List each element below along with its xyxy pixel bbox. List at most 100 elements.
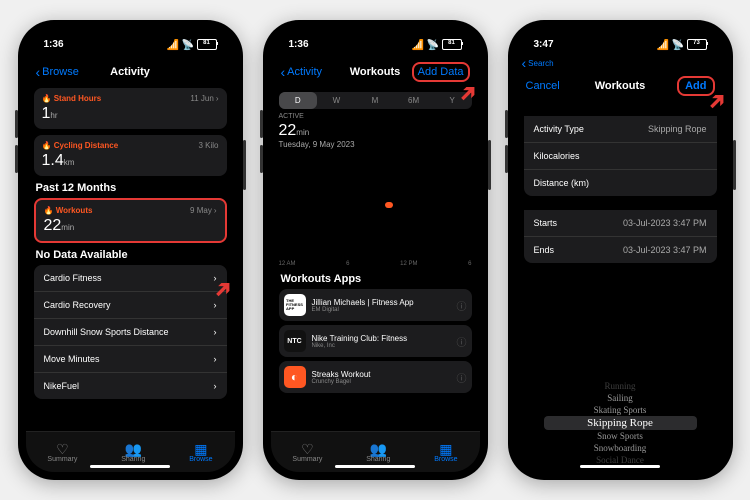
app-row[interactable]: NTC Nike Training Club: FitnessNike, Inc… bbox=[279, 325, 472, 357]
add-data-button[interactable]: Add Data bbox=[412, 62, 470, 82]
list-item[interactable]: Move Minutes› bbox=[34, 346, 227, 373]
tab-sharing[interactable]: 👥Sharing bbox=[366, 442, 390, 463]
list-item[interactable]: Cardio Fitness› bbox=[34, 265, 227, 292]
heart-icon: ♡ bbox=[301, 442, 314, 456]
cycling-value: 1.4 bbox=[42, 152, 64, 169]
kilocalories-row[interactable]: Kilocalories bbox=[524, 143, 717, 170]
info-icon[interactable]: ⓘ bbox=[457, 334, 467, 349]
home-indicator[interactable] bbox=[580, 465, 660, 468]
app-icon: ◐ bbox=[284, 366, 306, 388]
grid-icon: ▦ bbox=[439, 442, 452, 456]
home-indicator[interactable] bbox=[335, 465, 415, 468]
time-range-segmented[interactable]: D W M 6M Y bbox=[279, 92, 472, 109]
seg-d[interactable]: D bbox=[279, 92, 318, 109]
list-item[interactable]: Downhill Snow Sports Distance› bbox=[34, 319, 227, 346]
grid-icon: ▦ bbox=[194, 442, 207, 456]
people-icon: 👥 bbox=[125, 442, 142, 456]
volume-down bbox=[260, 145, 263, 173]
tab-sharing[interactable]: 👥Sharing bbox=[121, 442, 145, 463]
nav-bar: ‹Activity Workouts Add Data bbox=[271, 56, 480, 88]
chart-area[interactable]: 12 AM612 PM6 bbox=[279, 149, 472, 267]
data-point bbox=[385, 202, 393, 208]
chevron-right-icon: › bbox=[214, 300, 217, 310]
phone-3-add-workout: 3:47 📶 📡 73 ‹Search Cancel Workouts Add … bbox=[508, 20, 733, 480]
info-icon[interactable]: ⓘ bbox=[457, 298, 467, 313]
nodata-list: Cardio Fitness› Cardio Recovery› Downhil… bbox=[34, 265, 227, 399]
picker-option[interactable]: Snowboarding bbox=[524, 442, 717, 454]
tab-summary[interactable]: ♡Summary bbox=[292, 442, 322, 463]
phone-2-workouts: 1:36 📶 📡 81 ‹Activity Workouts Add Data … bbox=[263, 20, 488, 480]
section-header-past12: Past 12 Months bbox=[36, 182, 227, 194]
workouts-card[interactable]: 🔥 Workouts9 May › 22min bbox=[34, 198, 227, 243]
picker-option[interactable]: Running bbox=[524, 380, 717, 392]
notch bbox=[330, 28, 420, 50]
picker-option[interactable]: Skating Sports bbox=[524, 404, 717, 416]
back-button[interactable]: ‹Activity bbox=[281, 65, 323, 79]
list-item[interactable]: Cardio Recovery› bbox=[34, 292, 227, 319]
breadcrumb-search[interactable]: ‹Search bbox=[516, 56, 725, 70]
cancel-button[interactable]: Cancel bbox=[526, 80, 560, 92]
seg-m[interactable]: M bbox=[356, 92, 395, 109]
tab-browse[interactable]: ▦Browse bbox=[189, 442, 212, 463]
workouts-value: 22 bbox=[44, 217, 62, 234]
chevron-left-icon: ‹ bbox=[36, 65, 41, 79]
app-row[interactable]: ◐ Streaks WorkoutCrunchy Bagel ⓘ bbox=[279, 361, 472, 393]
chevron-right-icon: › bbox=[214, 354, 217, 364]
card-date: 3 Kilo bbox=[198, 141, 218, 150]
distance-row[interactable]: Distance (km) bbox=[524, 170, 717, 196]
wifi-icon: 📡 bbox=[427, 40, 439, 48]
stand-hours-card[interactable]: 🔥 Stand Hours11 Jun › 1hr bbox=[34, 88, 227, 129]
seg-w[interactable]: W bbox=[317, 92, 356, 109]
back-label: Activity bbox=[287, 66, 322, 78]
section-header-apps: Workouts Apps bbox=[281, 273, 472, 285]
wifi-icon: 📡 bbox=[672, 40, 684, 48]
section-header-nodata: No Data Available bbox=[36, 249, 227, 261]
clock: 3:47 bbox=[534, 39, 554, 50]
back-button[interactable]: ‹Browse bbox=[36, 65, 79, 79]
tab-browse[interactable]: ▦Browse bbox=[434, 442, 457, 463]
chevron-right-icon: › bbox=[214, 327, 217, 337]
phone-1-activity: 1:36 📶 📡 81 ‹Browse Activity 🔥 Stand Hou… bbox=[18, 20, 243, 480]
app-name: Nike Training Club: Fitness bbox=[312, 334, 408, 343]
volume-up bbox=[15, 110, 18, 138]
app-sub: Crunchy Bagel bbox=[312, 379, 371, 385]
tab-summary[interactable]: ♡Summary bbox=[47, 442, 77, 463]
x-axis: 12 AM612 PM6 bbox=[279, 261, 472, 267]
list-item[interactable]: NikeFuel› bbox=[34, 373, 227, 399]
page-title: Workouts bbox=[595, 80, 646, 92]
people-icon: 👥 bbox=[370, 442, 387, 456]
volume-down bbox=[15, 145, 18, 173]
side-button bbox=[243, 140, 246, 190]
volume-up bbox=[260, 110, 263, 138]
ends-row[interactable]: Ends03-Jul-2023 3:47 PM bbox=[524, 237, 717, 263]
card-date: 9 May › bbox=[190, 206, 216, 215]
battery-icon: 81 bbox=[442, 39, 462, 50]
battery-icon: 81 bbox=[197, 39, 217, 50]
flame-icon: 🔥 Stand Hours bbox=[42, 94, 102, 103]
starts-row[interactable]: Starts03-Jul-2023 3:47 PM bbox=[524, 210, 717, 237]
app-name: Streaks Workout bbox=[312, 370, 371, 379]
nav-bar: ‹Browse Activity bbox=[26, 56, 235, 88]
picker-selected[interactable]: Skipping Rope bbox=[544, 416, 697, 430]
cycling-distance-card[interactable]: 🔥 Cycling Distance3 Kilo 1.4km bbox=[34, 135, 227, 176]
activity-picker[interactable]: Running Sailing Skating Sports Skipping … bbox=[524, 374, 717, 472]
notch bbox=[575, 28, 665, 50]
clock: 1:36 bbox=[289, 39, 309, 50]
app-row[interactable]: THEFITNESSAPP Jillian Michaels | Fitness… bbox=[279, 289, 472, 321]
wifi-icon: 📡 bbox=[182, 40, 194, 48]
clock: 1:36 bbox=[44, 39, 64, 50]
picker-option[interactable]: Snow Sports bbox=[524, 430, 717, 442]
back-label: Browse bbox=[42, 66, 79, 78]
app-icon: THEFITNESSAPP bbox=[284, 294, 306, 316]
flame-icon: 🔥 Cycling Distance bbox=[42, 141, 119, 150]
picker-option[interactable]: Sailing bbox=[524, 392, 717, 404]
side-button bbox=[733, 140, 736, 190]
chevron-left-icon: ‹ bbox=[281, 65, 286, 79]
volume-up bbox=[505, 110, 508, 138]
info-icon[interactable]: ⓘ bbox=[457, 370, 467, 385]
nav-bar: Cancel Workouts Add bbox=[516, 70, 725, 102]
home-indicator[interactable] bbox=[90, 465, 170, 468]
activity-type-row[interactable]: Activity TypeSkipping Rope bbox=[524, 116, 717, 143]
seg-6m[interactable]: 6M bbox=[394, 92, 433, 109]
active-value: 22 bbox=[279, 122, 297, 139]
